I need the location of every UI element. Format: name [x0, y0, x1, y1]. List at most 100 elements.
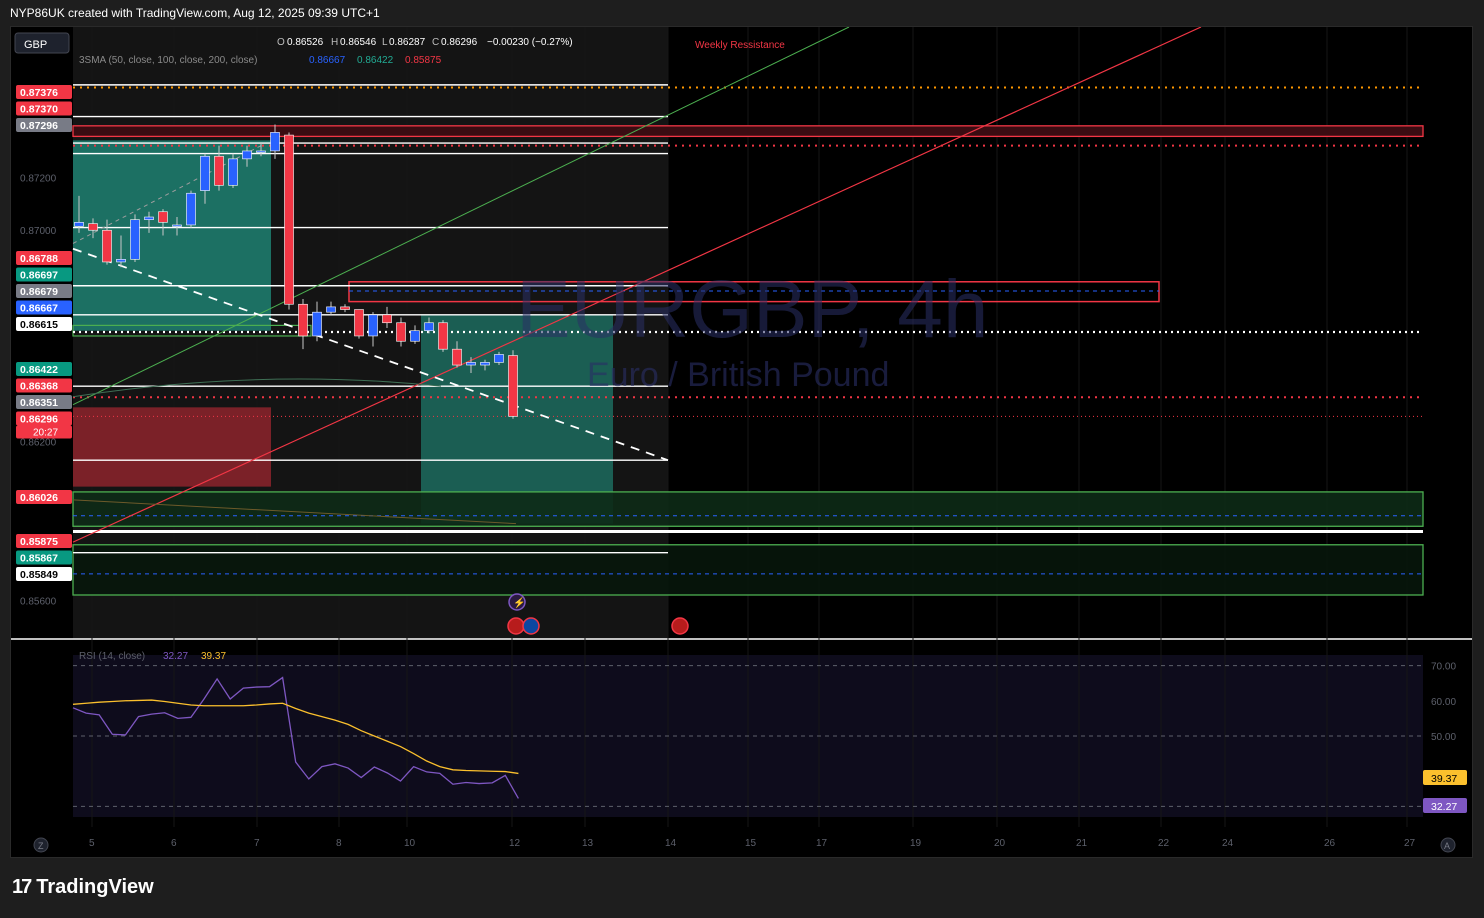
price-label-text: 0.86422 [20, 364, 58, 376]
rsi-price-tag-text: 32.27 [1431, 801, 1457, 813]
candle-body [438, 322, 448, 350]
ohlc-low-value: 0.86287 [389, 37, 426, 48]
candle-body [74, 222, 84, 227]
y-axis-tick-label: 0.86200 [20, 438, 57, 449]
candle-body [480, 362, 490, 366]
candle-body [382, 314, 392, 324]
candle-body [158, 211, 168, 223]
candle-body [410, 330, 420, 342]
chart-svg[interactable]: EURGBP, 4hEuro / British Pound GBP O 0.865… [11, 27, 1472, 857]
price-label-text: 0.86788 [20, 253, 58, 265]
candle-body [298, 303, 308, 337]
footer-brand: TradingView [36, 876, 154, 898]
y-axis-tick-label: 0.87000 [20, 226, 57, 237]
ohlc-high-value: 0.86546 [340, 37, 377, 48]
currency-button-label: GBP [24, 39, 47, 51]
rsi-value-legend: 32.27 [163, 651, 188, 662]
ohlc-open-value: 0.86526 [287, 37, 324, 48]
candle-body [312, 311, 322, 337]
x-axis-tick-label: 15 [745, 838, 757, 849]
candle-body [214, 155, 224, 186]
chart-frame[interactable]: EURGBP, 4h Euro / British Pound GBP O 0.865… [10, 26, 1473, 858]
x-axis-tick-label: 20 [994, 838, 1006, 849]
x-axis-tick-label: 17 [816, 838, 828, 849]
rsi-ma-price-tag-text: 39.37 [1431, 773, 1457, 785]
price-label-text: 0.85867 [20, 553, 58, 565]
price-label-text: 0.87296 [20, 120, 58, 132]
candle-body [88, 223, 98, 231]
uk-flag-icon[interactable] [507, 617, 525, 635]
candle-body [228, 158, 238, 186]
ohlc-change-value: −0.00230 (−0.27%) [487, 37, 573, 48]
rsi-y-tick-label: 50.00 [1431, 732, 1456, 743]
price-label-text: 0.86351 [20, 397, 58, 409]
candle-body [172, 224, 182, 227]
x-axis-tick-label: 14 [665, 838, 677, 849]
candle-body [368, 314, 378, 337]
demand-zone-upper [72, 491, 1424, 527]
rsi-legend-label: RSI (14, close) [79, 651, 145, 662]
attribution-text: NYP86UK created with TradingView.com, Au… [10, 6, 380, 20]
candle-body [144, 216, 154, 220]
sma-legend-label: 3SMA (50, close, 100, close, 200, close) [79, 55, 257, 66]
candle-body [424, 322, 434, 331]
ohlc-open-label: O [277, 37, 285, 48]
long-position-loss-zone [73, 407, 271, 487]
ohlc-low-label: L [382, 37, 388, 48]
candle-body [242, 150, 252, 160]
price-label-text: 0.86026 [20, 492, 58, 504]
x-axis-tick-label: 12 [509, 838, 521, 849]
x-axis-tick-label: 7 [254, 838, 260, 849]
price-label-text: 0.85875 [20, 536, 58, 548]
price-label-text: 0.86679 [20, 286, 58, 298]
x-axis-tick-label: 19 [910, 838, 922, 849]
tradingview-logo-icon: 17 [12, 876, 32, 898]
uk-flag-icon[interactable] [671, 617, 689, 635]
x-axis-tick-label: 13 [582, 838, 594, 849]
lightning-icon-glyph: ⚡ [513, 596, 525, 609]
rsi-y-tick-label: 60.00 [1431, 697, 1456, 708]
weekly-resistance-annotation: Weekly Ressistance [695, 40, 785, 51]
symbol-watermark: EURGBP, 4h [516, 264, 989, 355]
zoom-reset-label: Z [38, 841, 44, 851]
auto-scale-label: A [1444, 841, 1450, 851]
sma-50-value: 0.86667 [309, 55, 346, 66]
ohlc-high-label: H [331, 37, 338, 48]
candle-body [200, 155, 210, 191]
candle-body [116, 259, 126, 263]
x-axis-tick-label: 6 [171, 838, 177, 849]
price-label-text: 0.86667 [20, 303, 58, 315]
rsi-ma-value-legend: 39.37 [201, 651, 226, 662]
candle-body [340, 306, 350, 310]
sma-100-value: 0.86422 [357, 55, 394, 66]
candle-body [354, 309, 364, 337]
candle-body [256, 150, 266, 153]
candle-body [508, 355, 518, 417]
candle-body [494, 354, 504, 363]
price-label-text: 0.85849 [20, 569, 58, 581]
candle-body [466, 362, 476, 366]
candle-body [284, 134, 294, 305]
candle-body [452, 348, 462, 366]
candle-body [102, 229, 112, 263]
x-axis-tick-label: 27 [1404, 838, 1416, 849]
price-label-text: 0.87376 [20, 87, 58, 99]
candle-body [130, 219, 140, 260]
x-axis-tick-label: 8 [336, 838, 342, 849]
ohlc-close-label: C [432, 37, 439, 48]
symbol-description-watermark: Euro / British Pound [587, 356, 889, 394]
price-label-text: 0.86615 [20, 319, 58, 331]
price-label-text: 0.86296 [20, 414, 58, 426]
x-axis-tick-label: 24 [1222, 838, 1234, 849]
footer-logo[interactable]: 17 TradingView [12, 876, 154, 899]
x-axis-tick-label: 21 [1076, 838, 1088, 849]
candle-body [396, 322, 406, 342]
y-axis-tick-label: 0.85600 [20, 596, 57, 607]
eu-flag-icon[interactable] [522, 617, 540, 635]
y-axis-tick-label: 0.87200 [20, 173, 57, 184]
sma-200-value: 0.85875 [405, 55, 442, 66]
x-axis-tick-label: 22 [1158, 838, 1170, 849]
candle-body [326, 306, 336, 313]
x-axis-tick-label: 5 [89, 838, 95, 849]
price-label-text: 0.87370 [20, 104, 58, 116]
